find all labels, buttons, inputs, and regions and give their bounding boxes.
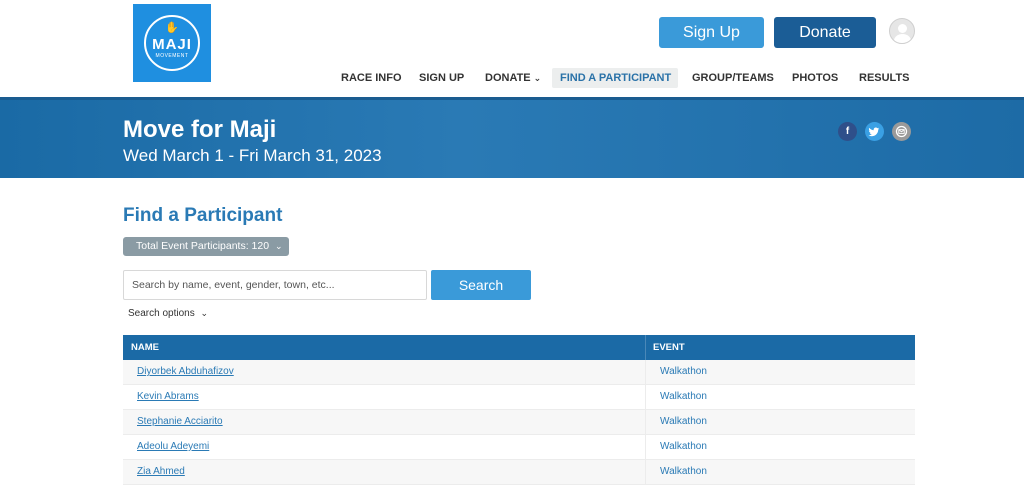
chevron-down-icon: ⌄ [200, 308, 209, 318]
nav-group-teams[interactable]: GROUP/TEAMS [692, 68, 774, 88]
logo-sub-text: MOVEMENT [155, 52, 189, 59]
logo-ring: ✋ MAJI MOVEMENT [144, 15, 200, 71]
nav-find-a-participant[interactable]: FIND A PARTICIPANT [552, 68, 678, 88]
column-header-name[interactable]: NAME [123, 335, 646, 360]
participant-name-link[interactable]: Stephanie Acciarito [123, 410, 646, 434]
participants-count-label: Total Event Participants: 120 [136, 240, 270, 252]
participant-event-link[interactable]: Walkathon [646, 360, 915, 384]
main-nav: RACE INFO SIGN UP DONATE ⌄ FIND A PARTICI… [0, 68, 1024, 88]
event-title: Move for Maji [123, 116, 277, 143]
chevron-down-icon: ⌄ [275, 241, 283, 251]
facebook-icon[interactable]: f [838, 122, 857, 141]
nav-donate-label: DONATE [485, 72, 531, 84]
participant-event-link[interactable]: Walkathon [646, 460, 915, 484]
donate-button[interactable]: Donate [774, 17, 876, 48]
table-body: Diyorbek Abduhafizov Walkathon Kevin Abr… [123, 360, 915, 485]
participant-name-link[interactable]: Adeolu Adeyemi [123, 435, 646, 459]
logo-main-text: MAJI [152, 35, 192, 53]
event-dates: Wed March 1 - Fri March 31, 2023 [123, 146, 382, 165]
nav-results[interactable]: RESULTS [859, 68, 910, 88]
table-row: Zia Ahmed Walkathon [123, 460, 915, 485]
user-avatar-icon[interactable] [889, 18, 915, 44]
participant-name-link[interactable]: Zia Ahmed [123, 460, 646, 484]
participant-name-link[interactable]: Diyorbek Abduhafizov [123, 360, 646, 384]
search-options-label: Search options [128, 308, 195, 319]
participant-event-link[interactable]: Walkathon [646, 410, 915, 434]
sign-up-button[interactable]: Sign Up [659, 17, 764, 48]
table-row: Adeolu Adeyemi Walkathon [123, 435, 915, 460]
participant-event-link[interactable]: Walkathon [646, 385, 915, 409]
chevron-down-icon: ⌄ [533, 73, 542, 83]
participant-name-link[interactable]: Kevin Abrams [123, 385, 646, 409]
column-header-event[interactable]: EVENT [646, 335, 915, 360]
hand-icon: ✋ [165, 22, 179, 34]
participants-count-dropdown[interactable]: Total Event Participants: 120 ⌄ [123, 237, 289, 256]
search-options-toggle[interactable]: Search options ⌄ [128, 308, 208, 319]
table-row: Kevin Abrams Walkathon [123, 385, 915, 410]
twitter-bird-glyph [868, 127, 880, 137]
table-row: Stephanie Acciarito Walkathon [123, 410, 915, 435]
table-row: Diyorbek Abduhafizov Walkathon [123, 360, 915, 385]
avatar-body [894, 34, 911, 43]
email-glyph [895, 125, 908, 138]
search-input[interactable] [123, 270, 427, 300]
email-icon[interactable] [892, 122, 911, 141]
nav-photos[interactable]: PHOTOS [792, 68, 838, 88]
site-header: ✋ MAJI MOVEMENT Sign Up Donate RACE INFO… [0, 0, 1024, 97]
nav-sign-up[interactable]: SIGN UP [419, 68, 464, 88]
event-banner: Move for Maji Wed March 1 - Fri March 31… [0, 97, 1024, 178]
table-header: NAME EVENT [123, 335, 915, 360]
participants-table: NAME EVENT Diyorbek Abduhafizov Walkatho… [123, 335, 915, 485]
avatar-head [898, 24, 907, 33]
participant-event-link[interactable]: Walkathon [646, 435, 915, 459]
nav-donate[interactable]: DONATE ⌄ [485, 68, 541, 88]
nav-race-info[interactable]: RACE INFO [341, 68, 402, 88]
search-button[interactable]: Search [431, 270, 531, 300]
twitter-icon[interactable] [865, 122, 884, 141]
page-title: Find a Participant [123, 205, 283, 226]
